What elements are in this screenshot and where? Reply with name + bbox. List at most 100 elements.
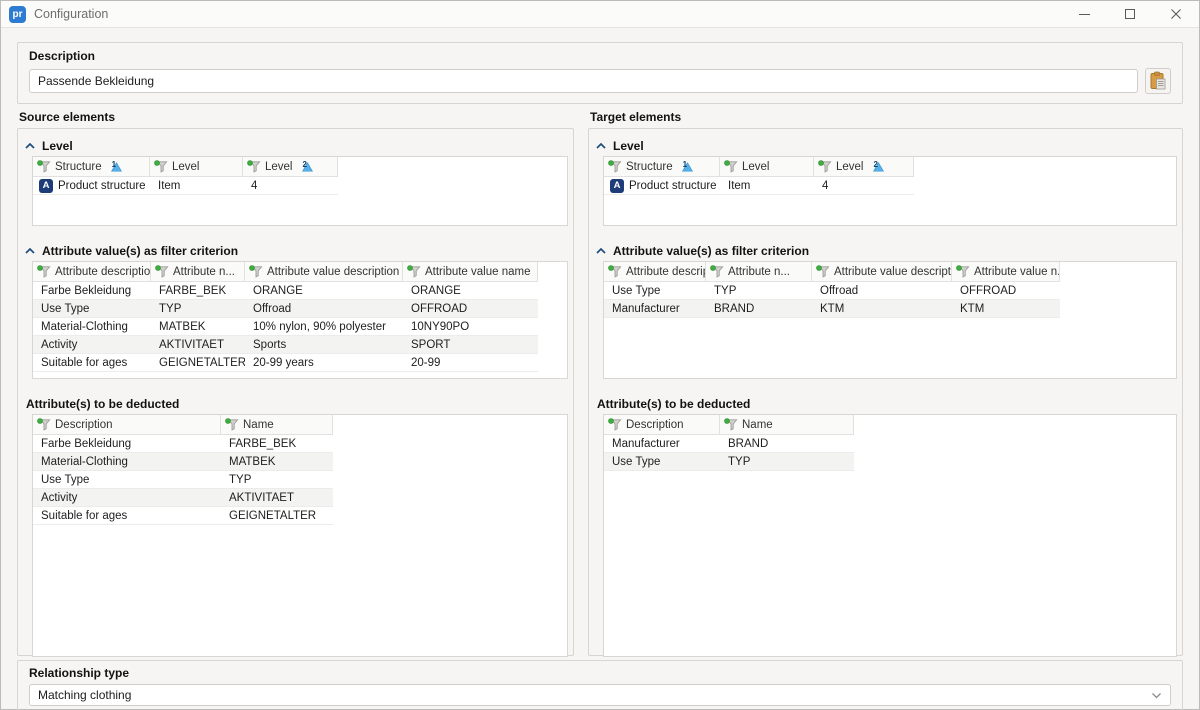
column-header-description[interactable]: Description bbox=[604, 415, 720, 434]
table-row[interactable]: ActivityAKTIVITAETSportsSPORT bbox=[33, 336, 538, 354]
table-row[interactable]: Farbe BekleidungFARBE_BEKORANGEORANGE bbox=[33, 282, 538, 300]
filter-funnel-icon[interactable] bbox=[407, 265, 421, 278]
column-header-attribute-description[interactable]: Attribute description bbox=[604, 262, 706, 281]
table-row[interactable]: AProduct structureItem4 bbox=[33, 177, 338, 195]
filter-funnel-icon[interactable] bbox=[608, 160, 622, 173]
cell-text: Product structure bbox=[58, 180, 146, 192]
column-header-attribute-n[interactable]: Attribute n... bbox=[706, 262, 812, 281]
filter-funnel-icon[interactable] bbox=[818, 160, 832, 173]
table-cell: 4 bbox=[814, 177, 914, 194]
table-row[interactable]: AProduct structureItem4 bbox=[604, 177, 914, 195]
table-cell: ORANGE bbox=[403, 282, 538, 299]
sort-indicator: 1 bbox=[111, 162, 122, 172]
column-header-attribute-value-n[interactable]: Attribute value n... bbox=[952, 262, 1060, 281]
window-controls bbox=[1061, 1, 1199, 27]
table-row[interactable]: ManufacturerBRANDKTMKTM bbox=[604, 300, 1060, 318]
table-cell: MATBEK bbox=[221, 453, 333, 470]
column-header-description[interactable]: Description bbox=[33, 415, 221, 434]
filter-funnel-icon[interactable] bbox=[225, 418, 239, 431]
relationship-group: Relationship type Matching clothing bbox=[17, 660, 1183, 710]
table-cell: TYP bbox=[706, 282, 812, 299]
column-header-attribute-value-name[interactable]: Attribute value name bbox=[403, 262, 538, 281]
filter-funnel-icon[interactable] bbox=[724, 418, 738, 431]
maximize-button[interactable] bbox=[1107, 1, 1153, 27]
table-row[interactable]: ManufacturerBRAND bbox=[604, 435, 854, 453]
column-header-attribute-description[interactable]: Attribute description bbox=[33, 262, 151, 281]
column-header-attribute-value-description[interactable]: Attribute value description bbox=[812, 262, 952, 281]
filter-funnel-icon[interactable] bbox=[37, 160, 51, 173]
source-level-header[interactable]: Level bbox=[22, 134, 569, 156]
source-deducted-table: DescriptionNameFarbe BekleidungFARBE_BEK… bbox=[32, 414, 568, 657]
filter-funnel-icon[interactable] bbox=[724, 160, 738, 173]
filter-funnel-icon[interactable] bbox=[154, 160, 168, 173]
column-header-label: Attribute value n... bbox=[974, 266, 1060, 278]
column-header-attribute-n[interactable]: Attribute n... bbox=[151, 262, 245, 281]
table-row[interactable]: Material-ClothingMATBEK10% nylon, 90% po… bbox=[33, 318, 538, 336]
table-row[interactable]: Activity AKTIVITAET bbox=[33, 489, 333, 507]
column-header-label: Attribute n... bbox=[728, 266, 790, 278]
filter-funnel-icon[interactable] bbox=[816, 265, 830, 278]
source-deducted-header: Attribute(s) to be deducted bbox=[22, 392, 569, 414]
configuration-window: pr Configuration Description bbox=[0, 0, 1200, 710]
maximize-icon bbox=[1125, 9, 1135, 19]
content-area: Description bbox=[1, 28, 1199, 710]
column-header-label: Level bbox=[172, 161, 200, 173]
table-cell: FARBE_BEK bbox=[221, 435, 333, 452]
paste-button[interactable] bbox=[1145, 68, 1171, 94]
table-cell: KTM bbox=[812, 300, 952, 317]
filter-funnel-icon[interactable] bbox=[608, 418, 622, 431]
source-filter-header[interactable]: Attribute value(s) as filter criterion bbox=[22, 239, 569, 261]
table-row[interactable]: Use TypeTYP bbox=[604, 453, 854, 471]
target-filter-header[interactable]: Attribute value(s) as filter criterion bbox=[593, 239, 1178, 261]
table-columns-region: Structure1LevelLevel2AProduct structureI… bbox=[604, 157, 914, 195]
description-label: Description bbox=[29, 49, 1171, 63]
source-column: Source elements Level Structure1LevelLev… bbox=[17, 110, 574, 656]
filter-funnel-icon[interactable] bbox=[249, 265, 263, 278]
table-row[interactable]: Use TypeTYPOffroadOFFROAD bbox=[604, 282, 1060, 300]
filter-funnel-icon[interactable] bbox=[247, 160, 261, 173]
table-row[interactable]: Farbe BekleidungFARBE_BEK bbox=[33, 435, 333, 453]
table-columns-region: Structure1 Level Level 2 AProduct structureI… bbox=[33, 157, 338, 195]
table-cell: Activity bbox=[33, 489, 221, 506]
cell-text: Use Type bbox=[41, 474, 89, 486]
table-row[interactable]: Use TypeTYPOffroadOFFROAD bbox=[33, 300, 538, 318]
filter-funnel-icon[interactable] bbox=[37, 418, 51, 431]
column-header-attribute-value-description[interactable]: Attribute value description bbox=[245, 262, 403, 281]
source-deducted-title: Attribute(s) to be deducted bbox=[26, 397, 179, 411]
table-row[interactable]: Use TypeTYP bbox=[33, 471, 333, 489]
filter-funnel-icon[interactable] bbox=[37, 265, 51, 278]
relationship-type-select[interactable]: Matching clothing bbox=[29, 684, 1171, 706]
target-deducted-section: Attribute(s) to be deducted DescriptionN… bbox=[593, 392, 1178, 657]
filter-funnel-icon[interactable] bbox=[155, 265, 169, 278]
close-button[interactable] bbox=[1153, 1, 1199, 27]
app-logo-text: pr bbox=[13, 9, 23, 20]
app-logo: pr bbox=[9, 6, 26, 23]
column-header-level[interactable]: Level bbox=[720, 157, 814, 176]
column-header-level[interactable]: Level 2 bbox=[243, 157, 338, 176]
column-header-name[interactable]: Name bbox=[221, 415, 333, 434]
table-row[interactable]: Material-ClothingMATBEK bbox=[33, 453, 333, 471]
cell-text: KTM bbox=[820, 303, 844, 315]
column-header-name[interactable]: Name bbox=[720, 415, 854, 434]
column-header-structure[interactable]: Structure1 bbox=[33, 157, 150, 176]
cell-text: Offroad bbox=[820, 285, 858, 297]
filter-funnel-icon[interactable] bbox=[608, 265, 622, 278]
column-header-level[interactable]: Level2 bbox=[814, 157, 914, 176]
table-columns-region: DescriptionNameManufacturerBRANDUse Type… bbox=[604, 415, 854, 471]
table-cell: 20-99 years bbox=[245, 354, 403, 371]
target-level-header[interactable]: Level bbox=[593, 134, 1178, 156]
cell-text: Use Type bbox=[41, 303, 89, 315]
table-row[interactable]: Suitable for agesGEIGNETALTER bbox=[33, 507, 333, 525]
filter-funnel-icon[interactable] bbox=[956, 265, 970, 278]
minimize-button[interactable] bbox=[1061, 1, 1107, 27]
description-input[interactable] bbox=[29, 69, 1138, 93]
source-panel: Level Structure1LevelLevel2AProduct stru… bbox=[17, 128, 574, 656]
source-level-section: Level Structure1LevelLevel2AProduct stru… bbox=[22, 134, 569, 226]
filter-funnel-icon[interactable] bbox=[710, 265, 724, 278]
column-header-structure[interactable]: Structure1 bbox=[604, 157, 720, 176]
column-header-label: Level bbox=[265, 161, 293, 173]
cell-text: AKTIVITAET bbox=[229, 492, 294, 504]
table-row[interactable]: Suitable for agesGEIGNETALTER20-99 years… bbox=[33, 354, 538, 372]
column-header-level[interactable]: Level bbox=[150, 157, 243, 176]
sort-indicator: 2 bbox=[302, 162, 313, 172]
